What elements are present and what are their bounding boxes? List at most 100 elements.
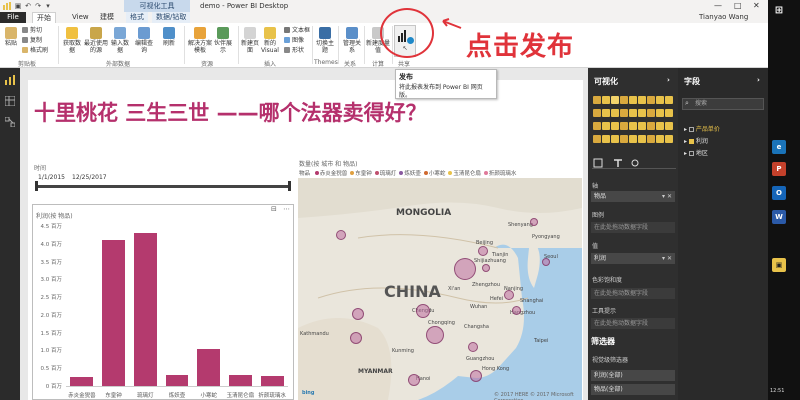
field-checkbox[interactable] — [688, 139, 694, 144]
new-visual-button[interactable]: 新的Visual — [259, 27, 281, 54]
tab-modeling[interactable]: 建模 — [96, 12, 118, 23]
visual-type-icon[interactable] — [665, 122, 673, 130]
shapes-button[interactable]: 形状 — [284, 47, 304, 54]
legend-entry[interactable]: 赤炎金猊兽 — [320, 171, 348, 177]
visual-header-icons[interactable]: ⊟ ⋯ — [271, 205, 292, 213]
relationships-view-icon[interactable] — [5, 117, 15, 127]
bar-1[interactable] — [102, 240, 125, 386]
visual-type-icon[interactable] — [620, 96, 628, 104]
visual-type-icon[interactable] — [665, 135, 673, 143]
visual-type-icon[interactable] — [647, 122, 655, 130]
visual-type-icon[interactable] — [593, 122, 601, 130]
field-table-row[interactable]: ▸ 产品单价 — [684, 124, 720, 133]
legend-entry[interactable]: 琉璃灯 — [380, 171, 397, 177]
visual-type-icon[interactable] — [629, 135, 637, 143]
slicer-start-handle[interactable] — [35, 181, 38, 191]
slicer-track[interactable] — [36, 185, 290, 188]
field-checkbox[interactable] — [688, 127, 694, 132]
edit-queries-button[interactable]: 编辑查询 — [133, 27, 155, 54]
undo-icon[interactable]: ↶ — [24, 2, 32, 10]
visual-type-icon[interactable] — [602, 122, 610, 130]
minimize-button[interactable]: — — [714, 1, 722, 10]
powerpoint-icon[interactable]: P — [772, 162, 786, 176]
edge-browser-icon[interactable]: e — [772, 140, 786, 154]
visual-type-icon[interactable] — [602, 109, 610, 117]
map-bubble[interactable] — [468, 342, 478, 352]
tab-file[interactable]: File — [0, 12, 26, 23]
slicer-end-handle[interactable] — [288, 181, 291, 191]
visual-type-icon[interactable] — [656, 122, 664, 130]
collapse-fields-icon[interactable]: › — [757, 76, 760, 84]
legend-entry[interactable]: 炼妖壶 — [404, 171, 421, 177]
format-painter-button[interactable]: 格式刷 — [22, 47, 48, 54]
close-button[interactable]: ✕ — [753, 1, 760, 10]
visual-type-icon[interactable] — [593, 135, 601, 143]
visual-type-icon[interactable] — [665, 109, 673, 117]
saturation-well-drop[interactable]: 在此处拖动数据字段 — [591, 288, 675, 299]
analytics-tab-icon[interactable] — [631, 159, 639, 167]
visual-type-icon[interactable] — [593, 96, 601, 104]
bar-5[interactable] — [229, 375, 252, 386]
visual-type-icon[interactable] — [629, 122, 637, 130]
legend-entry[interactable]: 玉清昆仑扇 — [453, 171, 481, 177]
new-page-button[interactable]: 新建页面 — [240, 27, 260, 54]
map-bubble[interactable] — [470, 370, 482, 382]
user-name[interactable]: Tianyao Wang — [699, 13, 748, 21]
visual-type-icon[interactable] — [602, 96, 610, 104]
map-visual[interactable]: MONGOLIA CHINA Kathmandu MYANMAR Beijing… — [298, 178, 582, 400]
refresh-button[interactable]: 刷新 — [160, 27, 178, 47]
fields-tab-icon[interactable] — [593, 158, 603, 168]
legend-entry[interactable]: 折颜琉璃水 — [489, 171, 517, 177]
enter-data-button[interactable]: 输入数据 — [110, 27, 130, 54]
visual-type-icon[interactable] — [629, 96, 637, 104]
map-bubble[interactable] — [352, 308, 364, 320]
legend-entry[interactable]: 小寒蛇 — [429, 171, 446, 177]
visual-type-icon[interactable] — [620, 109, 628, 117]
maximize-button[interactable]: □ — [734, 1, 742, 10]
map-bubble[interactable] — [350, 332, 362, 344]
slicer-start-date[interactable]: 1/1/2015 — [38, 174, 65, 181]
bar-0[interactable] — [70, 377, 94, 386]
axis-well-field[interactable]: 物品 ▾ ✕ — [591, 191, 675, 202]
recent-sources-button[interactable]: 最近使用的源 — [84, 27, 108, 54]
image-button[interactable]: 图像 — [284, 37, 304, 44]
paste-button[interactable]: 粘贴 — [3, 27, 19, 47]
map-bubble[interactable] — [542, 258, 550, 266]
map-bubble[interactable] — [482, 264, 490, 272]
copy-button[interactable]: 复制 — [22, 37, 42, 44]
visual-type-icon[interactable] — [611, 122, 619, 130]
map-bubble[interactable] — [504, 290, 514, 300]
redo-icon[interactable]: ↷ — [34, 2, 42, 10]
visual-type-icon[interactable] — [656, 109, 664, 117]
bar-2[interactable] — [133, 233, 157, 386]
tab-view[interactable]: View — [68, 12, 93, 23]
map-bubble[interactable] — [416, 304, 430, 318]
visual-type-icon[interactable] — [647, 135, 655, 143]
legend-well-drop[interactable]: 在此处拖动数据字段 — [591, 222, 675, 233]
field-checkbox[interactable] — [688, 151, 694, 156]
data-view-icon[interactable] — [5, 96, 15, 106]
map-bubble[interactable] — [530, 218, 538, 226]
visual-type-icon[interactable] — [620, 122, 628, 130]
manage-relationships-button[interactable]: 管理关系 — [341, 27, 363, 54]
bar-6[interactable] — [260, 376, 284, 386]
visual-type-icon[interactable] — [656, 135, 664, 143]
quick-access-dropdown-icon[interactable]: ▾ — [44, 2, 52, 10]
map-bubble[interactable] — [408, 374, 420, 386]
map-bubble[interactable] — [454, 258, 476, 280]
remove-field-icon[interactable]: ▾ ✕ — [662, 253, 672, 264]
visual-type-icon[interactable] — [638, 122, 646, 130]
visual-type-icon[interactable] — [620, 135, 628, 143]
cut-button[interactable]: 剪切 — [22, 27, 42, 34]
field-table-row[interactable]: ▸ 利润 — [684, 136, 708, 145]
format-tab-icon[interactable] — [614, 159, 622, 167]
tab-data-drill[interactable]: 数据/钻取 — [152, 12, 191, 23]
value-well-field[interactable]: 利润 ▾ ✕ — [591, 253, 675, 264]
visual-type-icon[interactable] — [611, 96, 619, 104]
filter-card[interactable]: 物品(全部) — [591, 384, 675, 395]
bar-chart-visual[interactable] — [32, 204, 294, 400]
tooltips-well-drop[interactable]: 在此处拖动数据字段 — [591, 318, 675, 329]
partner-showcase-button[interactable]: 伙伴展示 — [212, 27, 234, 54]
switch-theme-button[interactable]: 切换主题 — [314, 27, 336, 54]
visual-type-icon[interactable] — [638, 135, 646, 143]
